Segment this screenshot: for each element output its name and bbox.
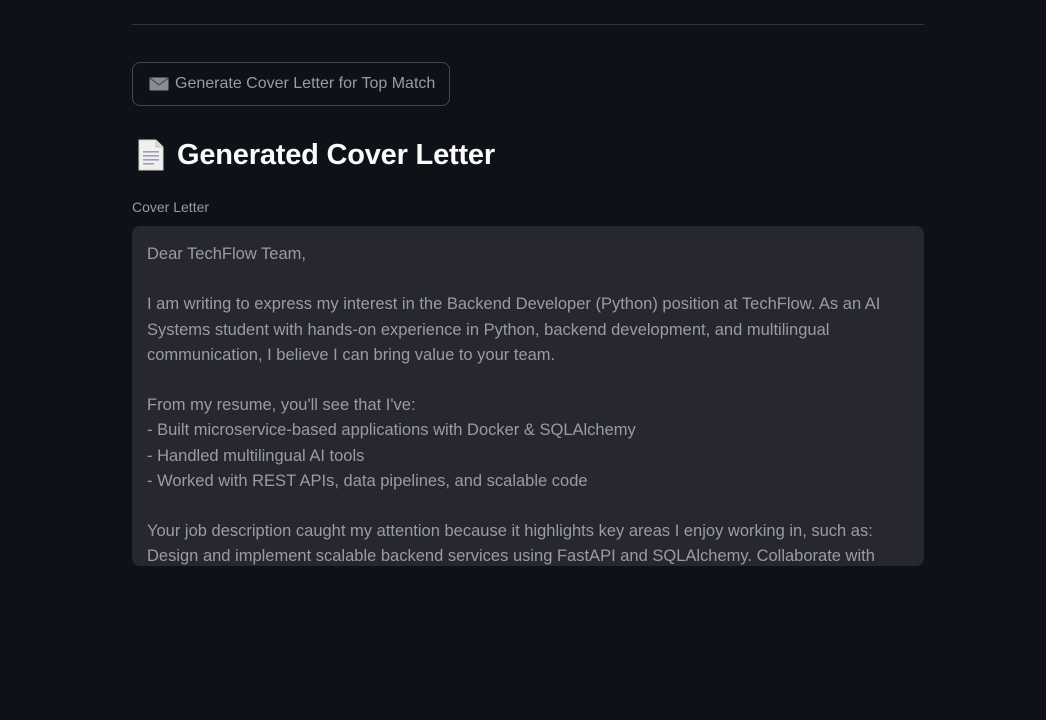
page-title: Generated Cover Letter [177, 138, 495, 171]
section-heading: Generated Cover Letter [137, 138, 495, 172]
cover-letter-text[interactable]: Dear TechFlow Team, I am writing to expr… [132, 226, 924, 566]
document-icon [137, 138, 165, 172]
divider [132, 24, 924, 25]
cover-letter-label: Cover Letter [132, 199, 210, 215]
generate-cover-letter-button[interactable]: Generate Cover Letter for Top Match [132, 62, 451, 106]
generate-button-label: Generate Cover Letter for Top Match [175, 75, 436, 92]
resize-handle-icon[interactable] [916, 558, 924, 566]
envelope-icon [149, 77, 169, 91]
cover-letter-textarea[interactable]: Dear TechFlow Team, I am writing to expr… [132, 226, 924, 566]
